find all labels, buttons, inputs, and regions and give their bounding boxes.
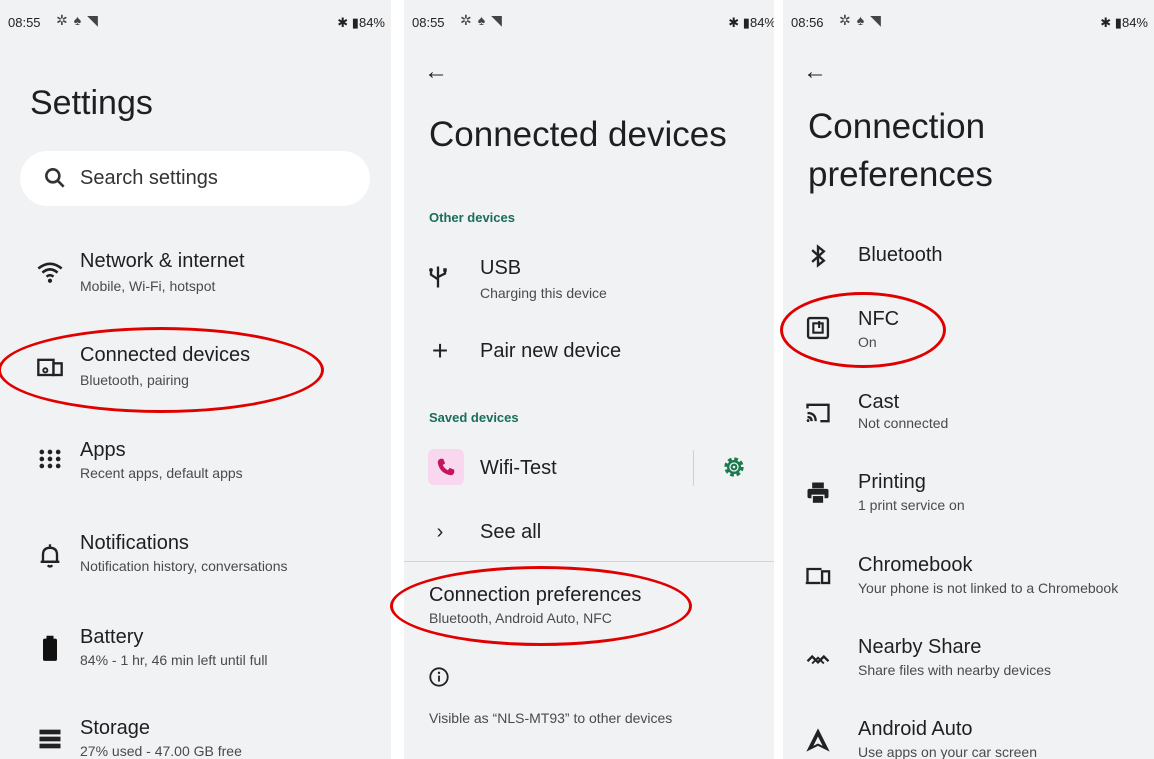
settings-item-notifications[interactable]: Notifications Notification history, conv… [0, 530, 391, 580]
back-arrow-icon[interactable]: ← [803, 58, 827, 86]
printing-item[interactable]: Printing 1 print service on [783, 471, 1154, 521]
settings-item-battery[interactable]: Battery 84% - 1 hr, 46 min left until fu… [0, 624, 391, 674]
nearby-share-icon [806, 654, 830, 665]
battery-percent: 84% [749, 15, 774, 30]
pair-new-device-item[interactable]: + Pair new device [404, 334, 774, 370]
item-subtitle: Charging this device [480, 285, 607, 301]
item-title: Wifi-Test [480, 457, 557, 479]
saved-device-wifi-test[interactable]: Wifi-Test [404, 447, 774, 487]
item-title: Battery [80, 626, 144, 648]
divider [693, 450, 694, 486]
storage-icon [39, 729, 61, 749]
item-title: Apps [80, 439, 126, 461]
item-subtitle: 1 print service on [858, 497, 965, 513]
page-title: Settings [30, 84, 153, 122]
item-title: Network & internet [80, 250, 245, 272]
item-subtitle: Notification history, conversations [80, 558, 288, 574]
plus-icon: + [431, 335, 449, 366]
search-icon [45, 168, 65, 188]
page-title-line1: Connection [808, 107, 986, 146]
item-subtitle: 84% - 1 hr, 46 min left until full [80, 652, 268, 668]
item-title: Bluetooth [858, 244, 943, 266]
status-right: ✱ ▮84% [728, 15, 774, 30]
bluetooth-icon [811, 244, 826, 268]
chromebook-item[interactable]: Chromebook Your phone is not linked to a… [783, 554, 1154, 604]
battery-icon [43, 635, 57, 661]
battery-percent: 84% [358, 15, 385, 30]
status-time: 08:55 [8, 15, 41, 30]
status-bar: 08:55 ✲♠◥ ✱ ▮84% [8, 10, 385, 38]
info-icon [429, 667, 449, 687]
status-time: 08:56 [791, 15, 824, 30]
item-title: Pair new device [480, 340, 622, 362]
wifi-icon [37, 262, 63, 283]
status-right: ✱ ▮84% [337, 15, 385, 30]
settings-item-apps[interactable]: Apps Recent apps, default apps [0, 435, 391, 485]
page-title: Connected devices [429, 115, 727, 154]
usb-icon [429, 266, 447, 288]
item-title: Chromebook [858, 554, 973, 576]
section-divider [404, 561, 774, 562]
item-subtitle: 27% used - 47.00 GB free [80, 743, 242, 759]
status-icons: ✲♠◥ [839, 12, 887, 28]
highlight-connected-devices [0, 327, 324, 413]
gear-icon[interactable] [720, 453, 748, 481]
apps-icon [39, 449, 61, 469]
status-right: ✱ ▮84% [1100, 15, 1148, 30]
item-subtitle: Your phone is not linked to a Chromebook [858, 580, 1119, 596]
status-bar: 08:55 ✲♠◥ ✱ ▮84% [412, 10, 774, 38]
item-title: Nearby Share [858, 636, 982, 658]
android-auto-icon [806, 728, 830, 752]
highlight-nfc [780, 292, 946, 368]
see-all-item[interactable]: › See all [404, 515, 774, 551]
status-icons: ✲♠◥ [460, 12, 508, 28]
section-header-saved-devices: Saved devices [429, 410, 519, 425]
visibility-footer: Visible as “NLS-MT93” to other devices [429, 710, 673, 726]
phone-icon [428, 449, 464, 485]
usb-item[interactable]: USB Charging this device [404, 255, 774, 305]
page-title-line2: preferences [808, 155, 993, 194]
item-title: Storage [80, 717, 151, 739]
item-title: USB [480, 257, 522, 279]
bell-icon [40, 544, 60, 568]
android-auto-item[interactable]: Android Auto Use apps on your car screen [783, 718, 1154, 759]
status-bar: 08:56 ✲♠◥ ✱ ▮84% [791, 10, 1148, 38]
connection-preferences-screen: 08:56 ✲♠◥ ✱ ▮84% ← Connection preference… [783, 0, 1154, 759]
item-subtitle: Mobile, Wi-Fi, hotspot [80, 278, 216, 294]
item-subtitle: Share files with nearby devices [858, 662, 1051, 678]
highlight-connection-preferences [390, 566, 692, 646]
search-bar[interactable]: Search settings [20, 151, 370, 206]
bluetooth-item[interactable]: Bluetooth [783, 238, 1154, 274]
chevron-right-icon: › [436, 520, 444, 543]
status-icons: ✲♠◥ [56, 12, 104, 28]
status-time: 08:55 [412, 15, 445, 30]
printer-icon [807, 482, 829, 505]
search-placeholder: Search settings [80, 167, 218, 189]
item-subtitle: Not connected [858, 415, 949, 431]
battery-percent: 84% [1121, 15, 1148, 30]
item-title: Cast [858, 391, 900, 413]
connected-devices-screen: 08:55 ✲♠◥ ✱ ▮84% ← Connected devices Oth… [404, 0, 774, 759]
item-subtitle: Use apps on your car screen [858, 744, 1037, 759]
cast-icon [806, 403, 830, 423]
item-title: See all [480, 521, 542, 543]
nearby-share-item[interactable]: Nearby Share Share files with nearby dev… [783, 636, 1154, 686]
back-arrow-icon[interactable]: ← [424, 58, 448, 86]
section-header-other-devices: Other devices [429, 210, 515, 225]
cast-item[interactable]: Cast Not connected [783, 389, 1154, 439]
item-title: Printing [858, 471, 926, 493]
settings-item-storage[interactable]: Storage 27% used - 47.00 GB free [0, 717, 391, 759]
item-title: Notifications [80, 532, 189, 554]
chromebook-icon [805, 567, 831, 585]
item-subtitle: Recent apps, default apps [80, 465, 243, 481]
item-title: Android Auto [858, 718, 973, 740]
settings-item-network[interactable]: Network & internet Mobile, Wi-Fi, hotspo… [0, 248, 391, 298]
